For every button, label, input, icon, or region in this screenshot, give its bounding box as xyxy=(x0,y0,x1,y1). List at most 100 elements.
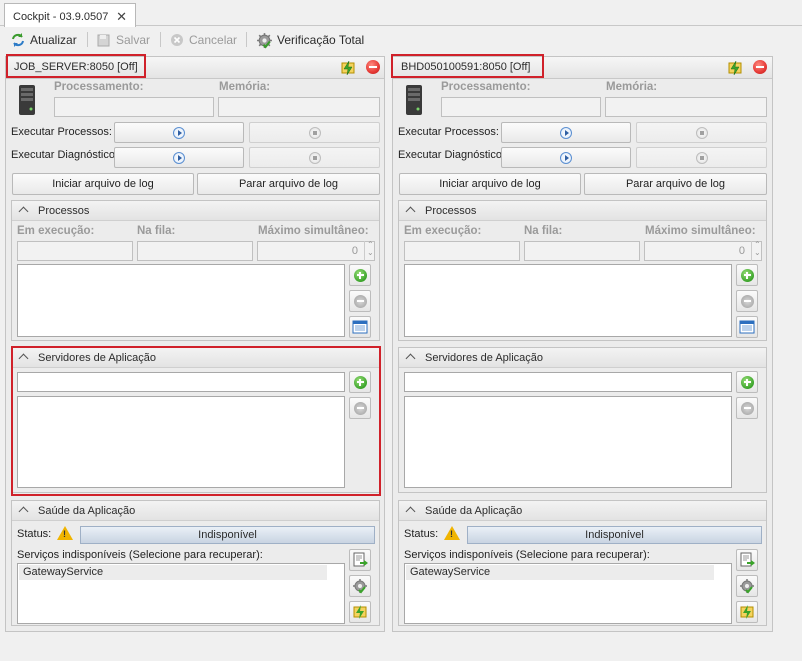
run-processes-stop-button[interactable] xyxy=(636,122,767,143)
max-field[interactable]: 0 xyxy=(257,240,375,261)
running-label: Em execução: xyxy=(17,225,95,237)
run-processes-play-button[interactable] xyxy=(114,122,244,143)
max-value: 0 xyxy=(351,245,358,257)
play-icon xyxy=(173,151,185,164)
memory-field xyxy=(605,97,767,117)
lightning-icon[interactable] xyxy=(727,60,743,76)
warning-icon: ! xyxy=(444,526,460,540)
service-settings-button[interactable] xyxy=(349,575,371,597)
stop-icon[interactable] xyxy=(366,60,380,74)
process-list-button[interactable] xyxy=(349,316,371,338)
run-processes-stop-button[interactable] xyxy=(249,122,380,143)
processes-header[interactable]: Processos xyxy=(12,201,379,221)
list-icon xyxy=(739,320,755,334)
server-name: BHD050100591:8050 [Off] xyxy=(401,61,531,73)
list-item[interactable]: GatewayService xyxy=(19,565,327,580)
max-spinner[interactable] xyxy=(751,240,761,261)
stop-log-button[interactable]: Parar arquivo de log xyxy=(584,173,767,195)
service-settings-button[interactable] xyxy=(736,575,758,597)
list-item[interactable]: GatewayService xyxy=(406,565,714,580)
memory-field xyxy=(218,97,380,117)
processing-field xyxy=(441,97,601,117)
app-health-group: Saúde da Aplicação Status: ! Indisponíve… xyxy=(11,500,380,626)
app-servers-group: Servidores de Aplicação xyxy=(398,347,767,493)
refresh-button[interactable]: Atualizar xyxy=(10,31,77,49)
cancel-label: Cancelar xyxy=(189,33,238,47)
add-process-button[interactable] xyxy=(349,264,371,286)
play-icon xyxy=(560,126,572,139)
processes-title: Processos xyxy=(38,205,90,217)
stop-log-label: Parar arquivo de log xyxy=(238,178,339,190)
app-health-title: Saúde da Aplicação xyxy=(38,505,136,517)
running-field xyxy=(17,241,133,261)
add-process-button[interactable] xyxy=(736,264,758,286)
recover-service-button[interactable] xyxy=(736,549,758,571)
max-spinner[interactable] xyxy=(364,240,374,261)
stop-icon[interactable] xyxy=(753,60,767,74)
status-value: Indisponível xyxy=(467,526,762,544)
run-diagnostics-stop-button[interactable] xyxy=(636,147,767,168)
queued-label: Na fila: xyxy=(524,225,563,237)
list-icon xyxy=(352,320,368,334)
processes-header[interactable]: Processos xyxy=(399,201,766,221)
app-server-input[interactable] xyxy=(404,372,732,392)
save-button[interactable]: Salvar xyxy=(96,31,150,49)
lightning-icon xyxy=(740,605,754,619)
services-label: Serviços indisponíveis (Selecione para r… xyxy=(404,549,650,561)
recover-service-button[interactable] xyxy=(349,549,371,571)
service-lightning-button[interactable] xyxy=(349,601,371,623)
max-value: 0 xyxy=(738,245,745,257)
app-health-title: Saúde da Aplicação xyxy=(425,505,523,517)
server-icon xyxy=(406,85,422,115)
remove-process-button[interactable] xyxy=(736,290,758,312)
gear-check-icon xyxy=(257,32,272,48)
cancel-button[interactable]: Cancelar xyxy=(169,31,237,49)
app-health-header[interactable]: Saúde da Aplicação xyxy=(399,501,766,521)
process-list-button[interactable] xyxy=(736,316,758,338)
max-field[interactable]: 0 xyxy=(644,240,762,261)
queued-label: Na fila: xyxy=(137,225,176,237)
tab-title: Cockpit - 03.9.0507 xyxy=(13,11,109,23)
start-log-button[interactable]: Iniciar arquivo de log xyxy=(12,173,194,195)
start-log-label: Iniciar arquivo de log xyxy=(52,178,154,190)
server-panel-left: JOB_SERVER:8050 [Off] Processamento: Mem… xyxy=(5,54,385,632)
run-processes-play-button[interactable] xyxy=(501,122,631,143)
gear-check-icon xyxy=(740,579,754,594)
run-diagnostics-play-button[interactable] xyxy=(501,147,631,168)
processes-list[interactable] xyxy=(17,264,345,337)
queued-field xyxy=(524,241,640,261)
lightning-icon xyxy=(353,605,367,619)
remove-process-button[interactable] xyxy=(349,290,371,312)
processing-label: Processamento: xyxy=(54,81,144,93)
processes-group: Processos Em execução: Na fila: Máximo s… xyxy=(11,200,380,341)
service-lightning-button[interactable] xyxy=(736,601,758,623)
stop-log-button[interactable]: Parar arquivo de log xyxy=(197,173,380,195)
document-arrow-icon xyxy=(353,552,368,567)
start-log-label: Iniciar arquivo de log xyxy=(439,178,541,190)
remove-app-server-button[interactable] xyxy=(736,397,758,419)
processing-label: Processamento: xyxy=(441,81,531,93)
document-arrow-icon xyxy=(740,552,755,567)
run-diagnostics-stop-button[interactable] xyxy=(249,147,380,168)
memory-label: Memória: xyxy=(219,81,271,93)
app-servers-header[interactable]: Servidores de Aplicação xyxy=(399,348,766,368)
run-diagnostics-play-button[interactable] xyxy=(114,147,244,168)
lightning-icon[interactable] xyxy=(340,60,356,76)
processes-list[interactable] xyxy=(404,264,732,337)
start-log-button[interactable]: Iniciar arquivo de log xyxy=(399,173,581,195)
add-icon xyxy=(740,375,754,389)
services-list[interactable]: GatewayService xyxy=(17,563,345,624)
app-health-header[interactable]: Saúde da Aplicação xyxy=(12,501,379,521)
close-tab-icon[interactable]: ✕ xyxy=(116,9,127,25)
full-check-button[interactable]: Verificação Total xyxy=(256,31,364,49)
app-servers-list[interactable] xyxy=(404,396,732,488)
server-panel-right: BHD050100591:8050 [Off] Processamento: M… xyxy=(391,54,773,632)
services-list[interactable]: GatewayService xyxy=(404,563,732,624)
collapse-caret-icon xyxy=(18,206,29,217)
full-check-label: Verificação Total xyxy=(277,33,365,47)
add-app-server-button[interactable] xyxy=(736,371,758,393)
processing-field xyxy=(54,97,214,117)
highlight-box-app-servers xyxy=(11,346,381,496)
refresh-label: Atualizar xyxy=(30,33,77,47)
tab-cockpit[interactable]: Cockpit - 03.9.0507 ✕ xyxy=(4,3,136,27)
